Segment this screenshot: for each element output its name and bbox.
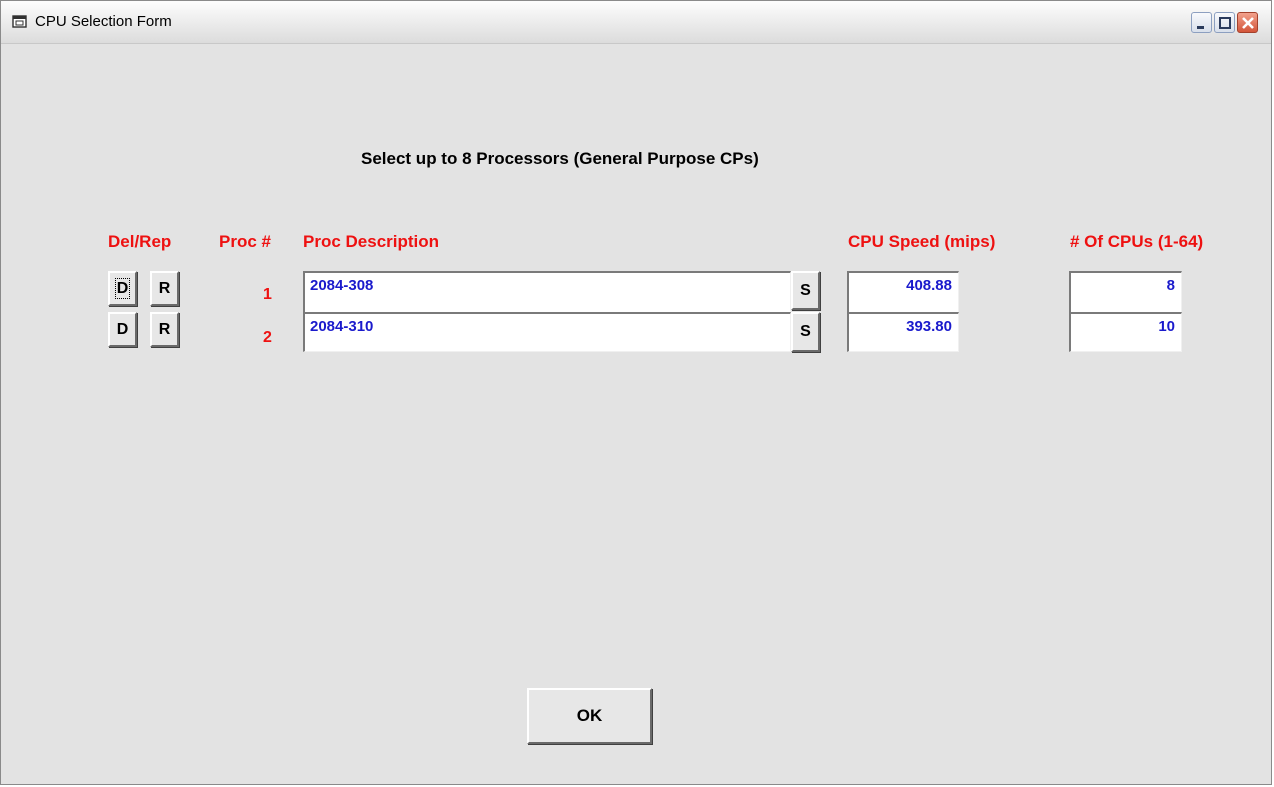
replace-button[interactable]: R xyxy=(150,271,179,306)
window-app-icon xyxy=(12,15,27,28)
close-button[interactable] xyxy=(1237,12,1258,33)
maximize-button[interactable] xyxy=(1214,12,1235,33)
num-cpus-field[interactable]: 10 xyxy=(1069,312,1182,352)
proc-description-field[interactable]: 2084-308 xyxy=(303,271,791,313)
maximize-icon xyxy=(1219,17,1231,29)
proc-number: 1 xyxy=(263,286,272,303)
select-processor-button[interactable]: S xyxy=(791,271,820,310)
cpu-speed-field[interactable]: 408.88 xyxy=(847,271,959,313)
delete-button[interactable]: D xyxy=(108,271,137,306)
col-header-proc-description: Proc Description xyxy=(303,232,440,251)
col-header-num-cpus: # Of CPUs (1-64) xyxy=(1070,232,1204,251)
form-heading: Select up to 8 Processors (General Purpo… xyxy=(361,149,759,168)
delete-button[interactable]: D xyxy=(108,312,137,347)
replace-button[interactable]: R xyxy=(150,312,179,347)
num-cpus-field[interactable]: 8 xyxy=(1069,271,1182,313)
select-processor-button[interactable]: S xyxy=(791,312,820,352)
title-bar[interactable]: CPU Selection Form xyxy=(1,1,1271,44)
proc-number: 2 xyxy=(263,329,272,346)
cpu-selection-window: CPU Selection Form Select up to 8 Proces… xyxy=(0,0,1272,785)
proc-description-field[interactable]: 2084-310 xyxy=(303,312,791,352)
col-header-cpu-speed: CPU Speed (mips) xyxy=(848,232,996,251)
cpu-speed-field[interactable]: 393.80 xyxy=(847,312,959,352)
form-body: Select up to 8 Processors (General Purpo… xyxy=(9,44,1263,776)
window-title: CPU Selection Form xyxy=(35,13,172,30)
minimize-icon xyxy=(1197,26,1204,29)
ok-button[interactable]: OK xyxy=(527,688,652,744)
minimize-button[interactable] xyxy=(1191,12,1212,33)
close-icon xyxy=(1242,17,1254,29)
col-header-del-rep: Del/Rep xyxy=(108,232,172,251)
col-header-proc-num: Proc # xyxy=(219,232,271,251)
